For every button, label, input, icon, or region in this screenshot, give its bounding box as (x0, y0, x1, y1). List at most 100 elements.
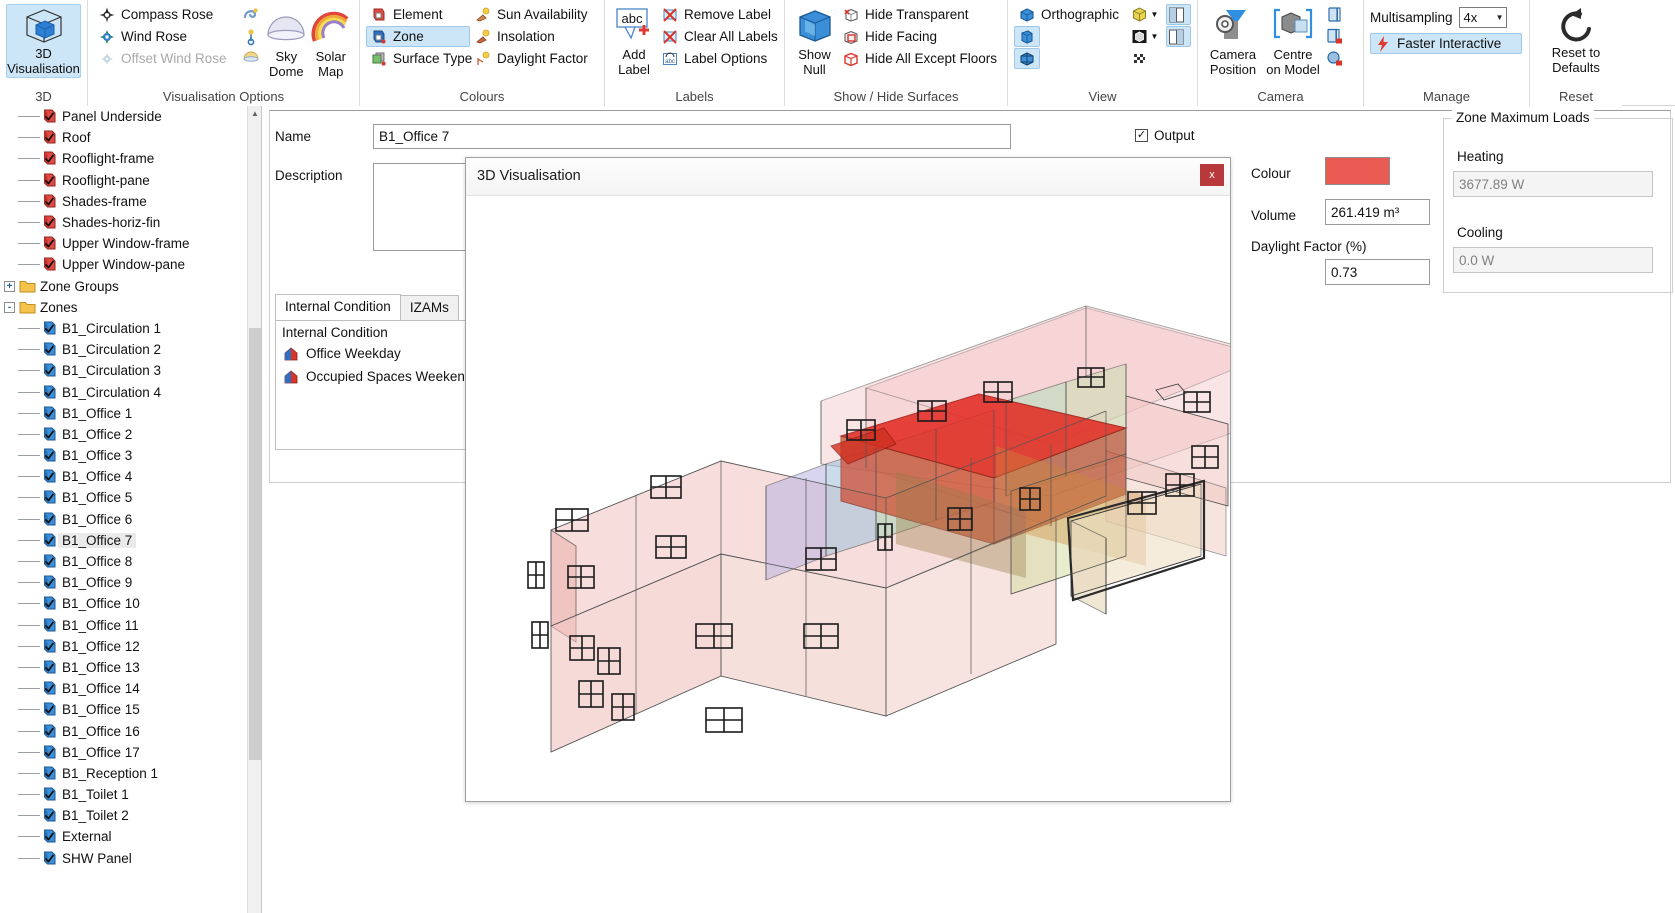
label-options-button[interactable]: abc Label Options (657, 48, 779, 69)
tree-item-b1-office-5[interactable]: B1_Office 5 (0, 487, 261, 509)
3d-visualisation-button[interactable]: 3D Visualisation (6, 4, 81, 78)
tree-item-b1-office-10[interactable]: B1_Office 10 (0, 593, 261, 615)
daylight-factor-input[interactable]: 0.73 (1325, 259, 1430, 285)
3d-model-canvas[interactable]: .zf { stroke:#3a3a3a; stroke-width:0.9; … (466, 196, 1230, 801)
view-style-yellow-button[interactable]: ▼ (1128, 4, 1166, 25)
chevron-down-icon[interactable]: ▼ (1151, 10, 1159, 19)
tree-item-zone-groups[interactable]: + Zone Groups (0, 276, 261, 297)
tree-item-b1-office-6[interactable]: B1_Office 6 (0, 508, 261, 530)
reset-to-defaults-button[interactable]: Reset to Defaults (1536, 4, 1616, 75)
save-view-button[interactable] (1324, 4, 1352, 25)
3d-visualisation-dialog[interactable]: 3D Visualisation x .zf { stroke:#3a3a3a;… (465, 157, 1231, 802)
tree-item-b1-circulation-1[interactable]: B1_Circulation 1 (0, 317, 261, 339)
wind-barb-button[interactable] (241, 26, 261, 47)
dialog-titlebar[interactable]: 3D Visualisation x (466, 158, 1230, 196)
centre-on-model-button[interactable]: Centre on Model (1262, 4, 1324, 77)
checker-background-button[interactable] (1128, 48, 1166, 69)
tree-scrollbar[interactable]: ▲ (247, 106, 261, 913)
tree-item-rooflight-pane[interactable]: Rooflight-pane (0, 169, 261, 191)
name-input[interactable]: B1_Office 7 (373, 124, 1011, 149)
tree-item-b1-office-1[interactable]: B1_Office 1 (0, 402, 261, 424)
lock-view-button[interactable] (1324, 26, 1352, 47)
sun-availability-button[interactable]: Sun Availability (470, 4, 598, 25)
hide-all-except-floors-button[interactable]: Hide All Except Floors (838, 48, 1001, 69)
tree-item-rooflight-frame[interactable]: Rooflight-frame (0, 148, 261, 170)
sky-dome-button[interactable]: Sky Dome (264, 4, 308, 79)
insolation-button[interactable]: Insolation (470, 26, 598, 47)
tree-item-roof[interactable]: Roof (0, 127, 261, 149)
view-style-dark-button[interactable]: ▼ (1128, 26, 1166, 47)
model-tree-panel[interactable]: Panel Underside Roof Rooflight-frame Roo… (0, 106, 262, 913)
offset-wind-rose-button[interactable]: Offset Wind Rose (94, 48, 237, 69)
colour-swatch[interactable] (1325, 157, 1390, 185)
split-view-right-button[interactable] (1166, 26, 1192, 47)
perspective-view-button[interactable] (1014, 26, 1040, 47)
tree-item-b1-office-8[interactable]: B1_Office 8 (0, 551, 261, 573)
tree-item-b1-office-13[interactable]: B1_Office 13 (0, 656, 261, 678)
tree-expander[interactable]: - (4, 301, 18, 313)
split-view-left-button[interactable] (1166, 4, 1192, 25)
output-checkbox[interactable]: ✓ Output (1135, 128, 1195, 143)
orthographic-button[interactable]: Orthographic (1014, 4, 1128, 25)
tree-item-shades-frame[interactable]: Shades-frame (0, 190, 261, 212)
tree-item-shw-panel[interactable]: SHW Panel (0, 847, 261, 869)
tree-scroll-up-arrow[interactable]: ▲ (248, 106, 261, 121)
remove-label-button[interactable]: Remove Label (657, 4, 779, 25)
colour-surface-type-button[interactable]: Surface Type (366, 48, 472, 69)
tree-item-b1-office-17[interactable]: B1_Office 17 (0, 741, 261, 763)
tree-item-b1-office-4[interactable]: B1_Office 4 (0, 466, 261, 488)
properties-tabstrip[interactable]: Internal Condition IZAMs (275, 294, 459, 320)
show-null-button[interactable]: Show Null (791, 4, 838, 77)
wind-swirl-button[interactable] (241, 4, 261, 25)
chevron-down-icon-multisampling[interactable]: ▼ (1496, 13, 1504, 22)
tab-internal-condition[interactable]: Internal Condition (275, 294, 401, 320)
tree-item-upper-window-pane[interactable]: Upper Window-pane (0, 254, 261, 276)
wind-rose-button[interactable]: Wind Rose (94, 26, 237, 47)
tree-item-b1-office-9[interactable]: B1_Office 9 (0, 572, 261, 594)
tree-item-b1-office-2[interactable]: B1_Office 2 (0, 423, 261, 445)
chevron-down-icon-2[interactable]: ▼ (1151, 32, 1159, 41)
half-dome-button[interactable] (241, 48, 261, 69)
multisampling-select[interactable]: 4x ▼ (1458, 7, 1507, 28)
model-tree-rows[interactable]: Panel Underside Roof Rooflight-frame Roo… (0, 106, 261, 869)
tree-item-b1-toilet-2[interactable]: B1_Toilet 2 (0, 805, 261, 827)
colour-element-button[interactable]: Element (366, 4, 470, 25)
tree-item-external[interactable]: External (0, 826, 261, 848)
output-checkbox-box[interactable]: ✓ (1135, 129, 1148, 142)
add-label-button[interactable]: abc Add Label (611, 4, 657, 77)
tree-item-b1-circulation-2[interactable]: B1_Circulation 2 (0, 339, 261, 361)
tab-izams[interactable]: IZAMs (399, 295, 459, 320)
tree-item-b1-office-11[interactable]: B1_Office 11 (0, 614, 261, 636)
tree-item-b1-reception-1[interactable]: B1_Reception 1 (0, 762, 261, 784)
volume-input[interactable]: 261.419 m³ (1325, 199, 1430, 225)
tree-item-b1-office-15[interactable]: B1_Office 15 (0, 699, 261, 721)
compass-rose-button[interactable]: Compass Rose (94, 4, 237, 25)
hide-facing-button[interactable]: Hide Facing (838, 26, 1001, 47)
tree-item-b1-toilet-1[interactable]: B1_Toilet 1 (0, 784, 261, 806)
tree-item-b1-circulation-4[interactable]: B1_Circulation 4 (0, 381, 261, 403)
tree-item-panel-underside[interactable]: Panel Underside (0, 106, 261, 128)
tree-item-b1-office-3[interactable]: B1_Office 3 (0, 445, 261, 467)
tree-connector (18, 784, 40, 806)
colour-zone-button[interactable]: Zone (366, 26, 470, 47)
clear-all-labels-button[interactable]: Clear All Labels (657, 26, 779, 47)
tree-item-shades-horiz-fin[interactable]: Shades-horiz-fin (0, 212, 261, 234)
tree-item-upper-window-frame[interactable]: Upper Window-frame (0, 233, 261, 255)
solar-map-button[interactable]: Solar Map (309, 4, 353, 79)
close-icon[interactable]: x (1200, 164, 1224, 186)
hide-transparent-button[interactable]: Hide Transparent (838, 4, 1001, 25)
camera-position-button[interactable]: Camera Position (1204, 4, 1262, 77)
tree-item-b1-office-7[interactable]: B1_Office 7 (0, 529, 261, 551)
tree-connector (18, 339, 40, 361)
tree-scroll-thumb[interactable] (249, 328, 261, 760)
faster-interactive-button[interactable]: Faster Interactive (1370, 33, 1522, 54)
tree-item-b1-office-14[interactable]: B1_Office 14 (0, 678, 261, 700)
tree-item-zones[interactable]: - Zones (0, 297, 261, 318)
tree-expander[interactable]: + (4, 280, 18, 292)
daylight-factor-button[interactable]: Daylight Factor (470, 48, 598, 69)
tree-item-b1-circulation-3[interactable]: B1_Circulation 3 (0, 360, 261, 382)
tree-item-b1-office-16[interactable]: B1_Office 16 (0, 720, 261, 742)
reset-rotation-button[interactable] (1324, 48, 1352, 69)
tree-item-b1-office-12[interactable]: B1_Office 12 (0, 635, 261, 657)
wireframe-view-button[interactable] (1014, 48, 1040, 69)
